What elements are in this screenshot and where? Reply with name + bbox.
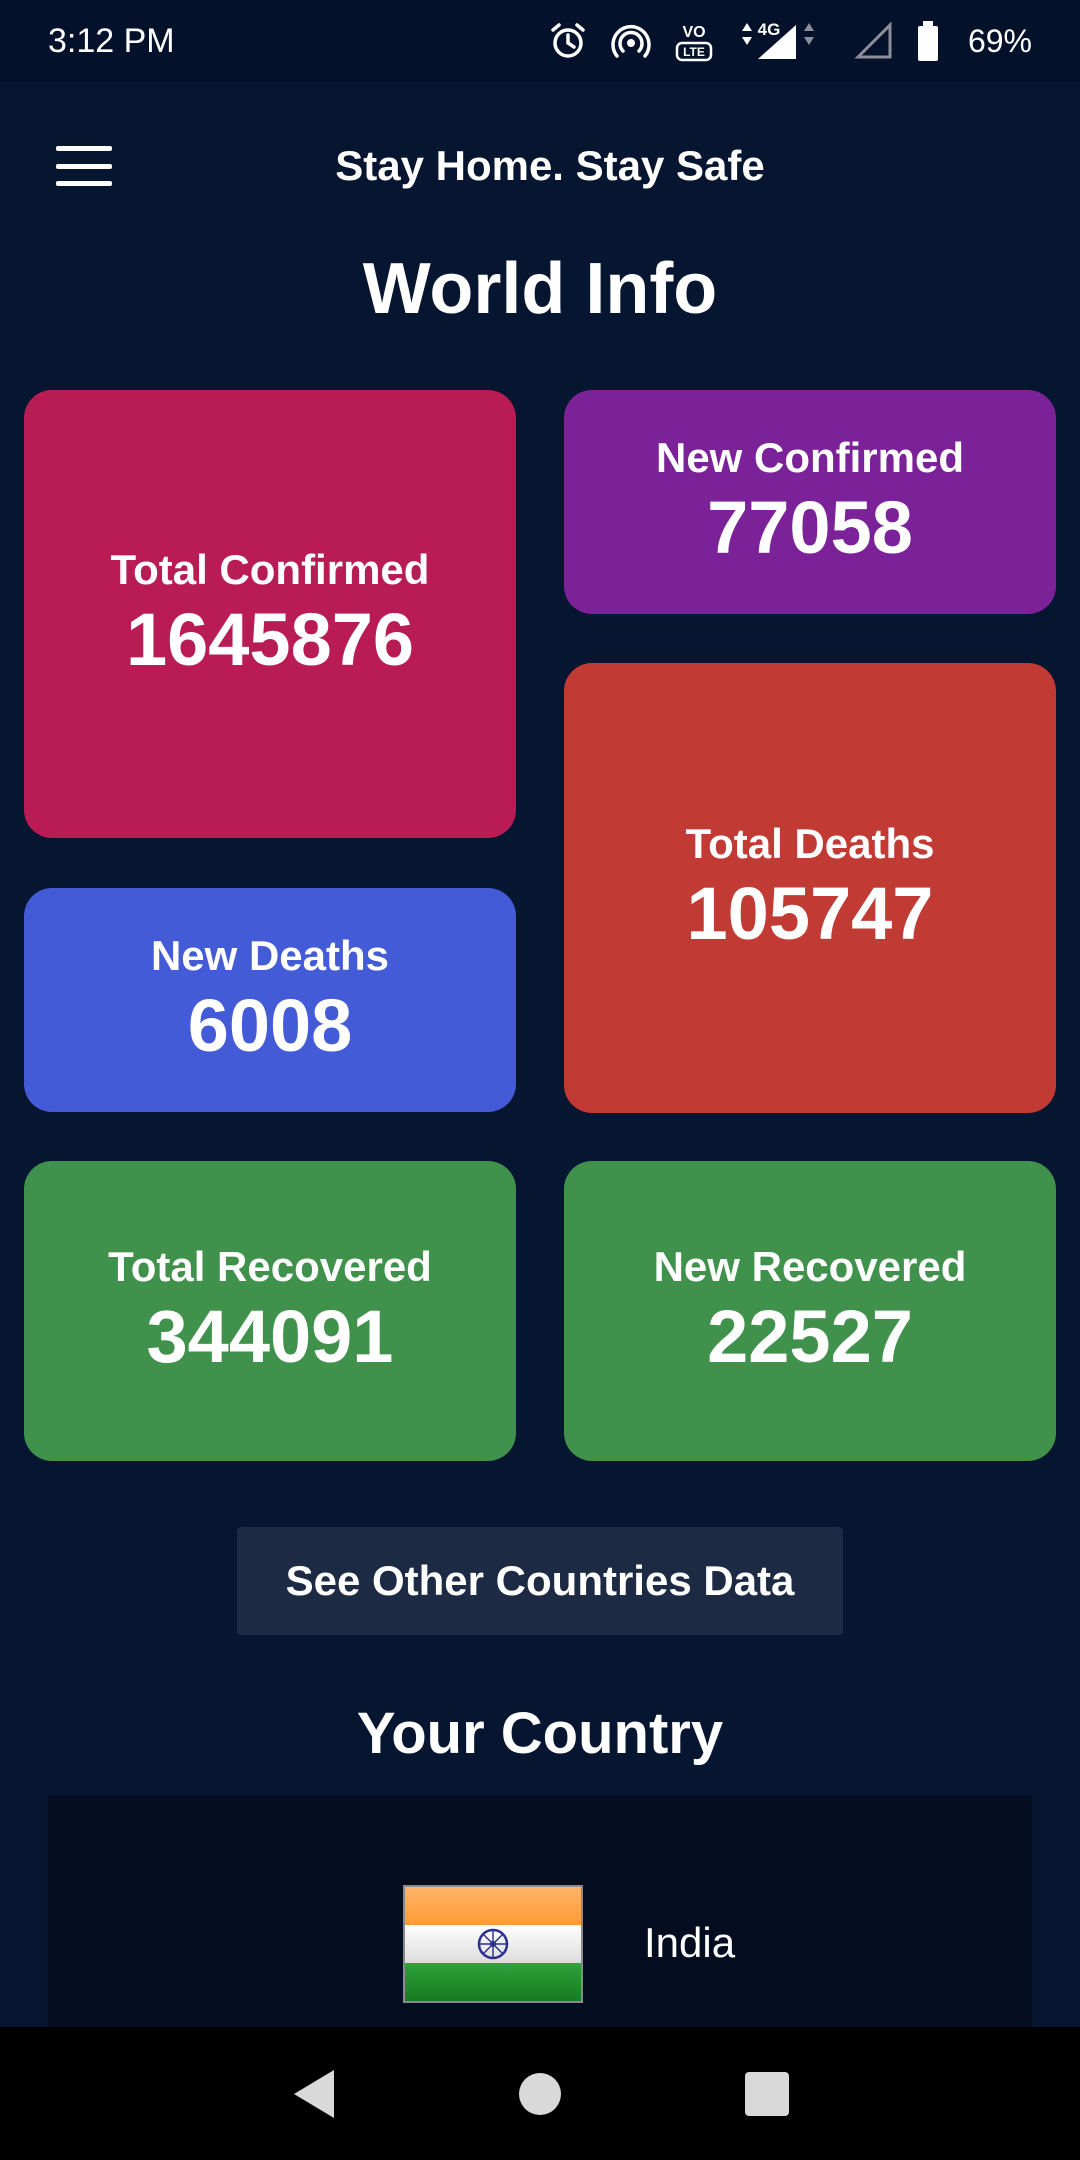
india-flag-icon [403,1885,583,2003]
new-recovered-label: New Recovered [653,1243,967,1291]
battery-percent: 69% [967,22,1032,59]
status-icons: VO LTE 4G 69% [548,19,1032,63]
alarm-icon [551,23,585,58]
hamburger-menu-icon[interactable] [56,146,112,186]
new-recovered-value: 22527 [707,1295,913,1379]
recents-icon[interactable] [727,2054,807,2134]
total-recovered-label: Total Recovered [108,1243,432,1291]
hotspot-icon [611,25,651,58]
new-deaths-label: New Deaths [150,932,390,980]
new-confirmed-label: New Confirmed [655,434,965,482]
page-title: World Info [362,249,718,329]
total-recovered-card: Total Recovered 344091 [24,1161,516,1461]
total-deaths-label: Total Deaths [685,820,935,868]
total-confirmed-value: 1645876 [125,598,415,682]
your-country-title: Your Country [356,1701,724,1766]
home-icon[interactable] [500,2054,580,2134]
signal-4g-icon: 4G [741,20,814,59]
total-confirmed-label: Total Confirmed [110,546,430,594]
ashoka-chakra-icon [477,1928,509,1960]
total-deaths-card: Total Deaths 105747 [564,663,1056,1113]
signal-empty-icon [854,21,892,59]
new-confirmed-value: 77058 [707,486,913,570]
svg-text:4G: 4G [758,20,781,39]
status-bar: 3:12 PM VO LTE 4G 69% [0,0,1080,82]
total-deaths-value: 105747 [686,872,934,956]
back-icon[interactable] [273,2054,353,2134]
total-confirmed-card: Total Confirmed 1645876 [24,390,516,838]
app-title: Stay Home. Stay Safe [335,142,765,189]
svg-text:VO: VO [682,24,705,41]
total-recovered-value: 344091 [146,1295,394,1379]
status-time: 3:12 PM [48,21,175,60]
battery-icon [917,21,938,61]
new-recovered-card: New Recovered 22527 [564,1161,1056,1461]
new-confirmed-card: New Confirmed 77058 [564,390,1056,614]
country-card[interactable]: India [48,1795,1032,2027]
country-name: India [644,1919,736,1966]
svg-text:LTE: LTE [683,45,705,59]
app-bar: Stay Home. Stay Safe [0,82,1080,250]
new-deaths-value: 6008 [187,984,353,1068]
see-other-countries-button[interactable]: See Other Countries Data [237,1527,843,1635]
navigation-bar [0,2027,1080,2160]
volte-icon: VO LTE [675,24,713,62]
new-deaths-card: New Deaths 6008 [24,888,516,1112]
